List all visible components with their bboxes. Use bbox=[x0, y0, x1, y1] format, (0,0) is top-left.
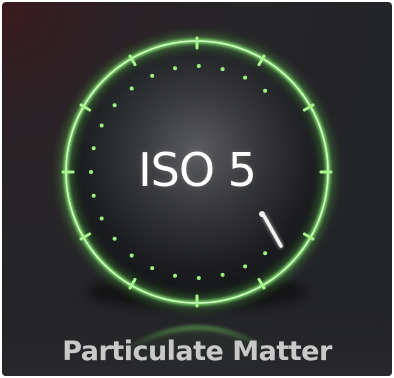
scale-dot bbox=[243, 264, 248, 269]
scale-dot bbox=[129, 86, 134, 91]
gauge-caption: Particulate Matter bbox=[62, 336, 332, 367]
scale-dot bbox=[99, 123, 104, 128]
scale-dot bbox=[91, 193, 96, 198]
scale-dot bbox=[129, 253, 134, 258]
scale-dot bbox=[150, 73, 155, 78]
scale-dot bbox=[220, 272, 225, 277]
scale-dot bbox=[112, 236, 117, 241]
scale-dot bbox=[196, 64, 201, 68]
scale-dot bbox=[91, 146, 96, 151]
scale-dot bbox=[89, 170, 93, 174]
scale-dot bbox=[243, 75, 248, 80]
scale-dot bbox=[173, 66, 177, 71]
air-quality-tile: ISO 5 Particulate Matter bbox=[0, 0, 394, 378]
scale-dot bbox=[220, 67, 225, 72]
scale-dot bbox=[196, 276, 201, 280]
scale-dot bbox=[112, 103, 117, 108]
scale-dot bbox=[173, 273, 177, 278]
scale-dot bbox=[263, 88, 268, 93]
gauge-value-label: ISO 5 bbox=[138, 143, 257, 197]
scale-dot bbox=[99, 216, 104, 221]
scale-dot bbox=[263, 251, 268, 256]
gauge-panel: ISO 5 bbox=[2, 2, 392, 376]
scale-dot bbox=[150, 266, 155, 271]
